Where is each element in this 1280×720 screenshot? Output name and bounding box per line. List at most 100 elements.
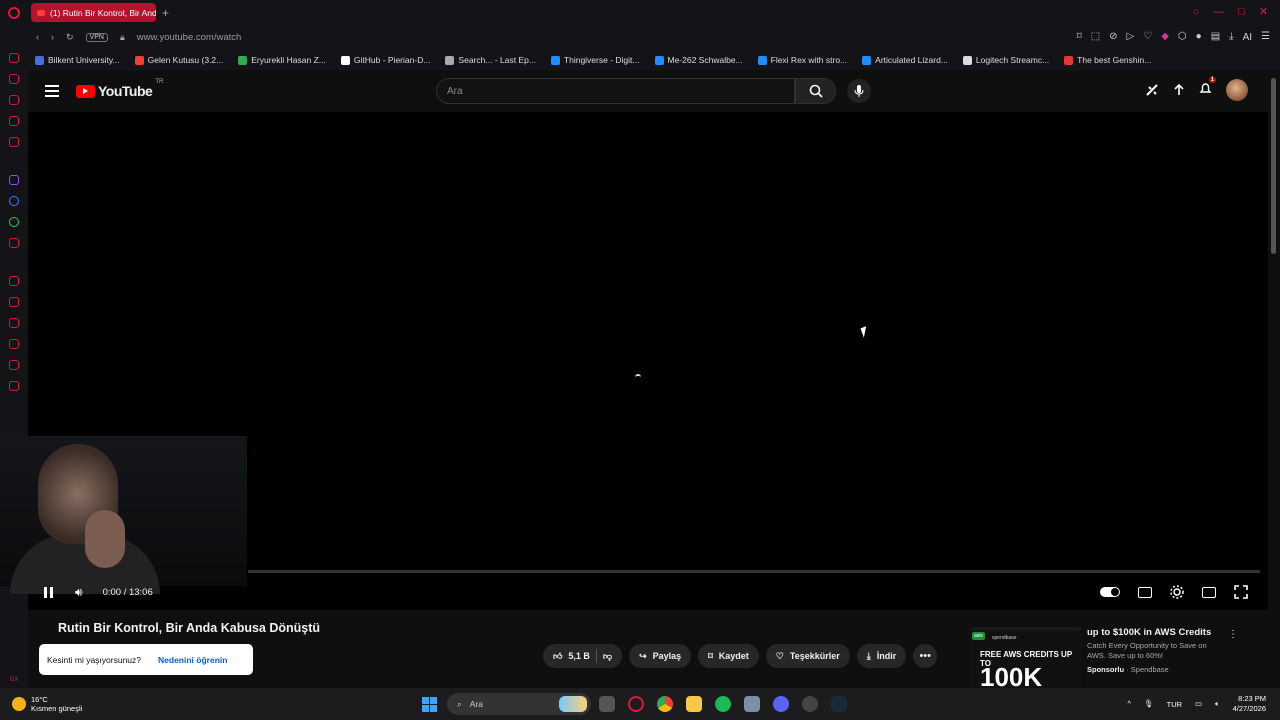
- sidebar-shop-icon[interactable]: [9, 95, 19, 105]
- thumbs-down-icon[interactable]: 👎︎: [603, 651, 612, 661]
- vpn-badge[interactable]: VPN: [85, 33, 108, 42]
- create-sparkle-icon[interactable]: [1145, 83, 1159, 97]
- pin-icon[interactable]: [9, 297, 19, 307]
- extension-icon[interactable]: ◆: [1161, 32, 1169, 43]
- player-icon[interactable]: ▷: [1127, 32, 1135, 43]
- easy-setup-icon[interactable]: ▤: [1211, 32, 1220, 43]
- adblock-icon[interactable]: ⊘: [1109, 32, 1117, 43]
- close-icon[interactable]: ✕: [1259, 7, 1268, 18]
- active-tab[interactable]: (1) Rutin Bir Kontrol, Bir Anda Kabusa D…: [31, 3, 156, 22]
- twitch-icon[interactable]: [9, 175, 19, 185]
- music-icon[interactable]: [9, 276, 19, 286]
- hamburger-menu-icon[interactable]: [45, 85, 59, 97]
- bookmark-item[interactable]: Search... - Last Ep...: [445, 55, 536, 65]
- discord-icon[interactable]: [773, 696, 789, 712]
- messenger-icon[interactable]: [9, 196, 19, 206]
- chat-icon[interactable]: [9, 360, 19, 370]
- tray-chevron-icon[interactable]: ^: [1128, 700, 1132, 708]
- file-explorer-icon[interactable]: [686, 696, 702, 712]
- avatar[interactable]: [1226, 79, 1248, 101]
- snapshot-icon[interactable]: ⬚: [1091, 32, 1100, 43]
- fullscreen-icon[interactable]: [1234, 585, 1248, 599]
- pause-button[interactable]: [44, 586, 53, 598]
- steam-icon[interactable]: [831, 696, 847, 712]
- network-icon[interactable]: ▭: [1195, 700, 1202, 708]
- thumbs-up-icon[interactable]: 👍︎: [553, 651, 562, 661]
- tabs-icon[interactable]: [9, 318, 19, 328]
- upload-icon[interactable]: [1173, 83, 1185, 97]
- sidebar-news-icon[interactable]: [9, 116, 19, 126]
- minimize-icon[interactable]: —: [1213, 7, 1224, 18]
- settings-icon[interactable]: [9, 381, 19, 391]
- ad-menu-icon[interactable]: ⋮: [1228, 629, 1238, 640]
- instagram-icon[interactable]: [9, 238, 19, 248]
- share-button[interactable]: ↪ Paylaş: [629, 644, 692, 668]
- maximize-icon[interactable]: □: [1238, 7, 1245, 18]
- url-field[interactable]: www.youtube.com/watch: [137, 32, 242, 43]
- clock[interactable]: 8:23 PM 4/27/2026: [1233, 694, 1266, 714]
- ai-button[interactable]: AI: [1243, 32, 1252, 43]
- download-icon[interactable]: ⤓: [1229, 32, 1233, 43]
- like-count[interactable]: 5,1 B: [568, 651, 590, 661]
- profile-icon[interactable]: ●: [1196, 32, 1202, 43]
- volume-tray-icon[interactable]: 🔈︎: [1215, 700, 1220, 708]
- new-tab-button[interactable]: +: [162, 6, 169, 20]
- menu-icon[interactable]: ☰: [1261, 32, 1270, 43]
- sponsored-ad[interactable]: aws spendbase FREE AWS CREDITS UP TO 100…: [970, 627, 1250, 692]
- notifications-button[interactable]: 1: [1199, 76, 1216, 100]
- whatsapp-icon[interactable]: [9, 217, 19, 227]
- more-actions-button[interactable]: •••: [913, 644, 938, 668]
- puzzle-icon[interactable]: ⬡: [1178, 32, 1187, 43]
- bookmark-item[interactable]: Bilkent University...: [35, 55, 120, 65]
- search-tabs-icon[interactable]: ○: [1192, 7, 1199, 18]
- save-button[interactable]: ⌑ Kaydet: [698, 644, 759, 668]
- page-scrollbar[interactable]: [1268, 70, 1280, 695]
- steelseries-icon[interactable]: [802, 696, 818, 712]
- sidebar-m-icon[interactable]: [9, 137, 19, 147]
- bookmark-item[interactable]: Logitech Streamc...: [962, 55, 1049, 65]
- ad-thumbnail[interactable]: aws spendbase FREE AWS CREDITS UP TO 100…: [970, 627, 1082, 689]
- bookmark-icon[interactable]: ⌑: [1077, 32, 1082, 43]
- opera-logo-icon[interactable]: [0, 0, 28, 25]
- taskbar-search[interactable]: ⌕ Ara: [447, 693, 591, 715]
- chrome-icon[interactable]: [657, 696, 673, 712]
- reload-icon[interactable]: ↻: [66, 33, 74, 42]
- bookmark-item[interactable]: Flexi Rex with stro...: [757, 55, 847, 65]
- toast-link[interactable]: Nedenini öğrenin: [158, 655, 227, 665]
- bookmark-item[interactable]: Thingiverse - Digit...: [550, 55, 640, 65]
- tray-mic-icon[interactable]: 🎙︎: [1144, 700, 1154, 708]
- back-icon[interactable]: ‹: [36, 33, 39, 42]
- weather-widget[interactable]: 16°C Kısmen güneşli: [0, 695, 300, 713]
- download-button[interactable]: ⤓ İndir: [856, 644, 907, 668]
- youtube-logo[interactable]: YouTube TR: [76, 79, 163, 99]
- bookmark-item[interactable]: The best Genshin...: [1064, 55, 1151, 65]
- subtitles-icon[interactable]: [1138, 586, 1152, 598]
- autoplay-toggle[interactable]: [1100, 587, 1120, 597]
- heart-icon[interactable]: ♡: [1143, 32, 1152, 43]
- video-progress-bar[interactable]: [248, 570, 1260, 573]
- task-view-icon[interactable]: [599, 696, 615, 712]
- theater-mode-icon[interactable]: [1202, 586, 1216, 598]
- language-indicator[interactable]: TUR: [1167, 700, 1182, 709]
- search-input[interactable]: Ara: [436, 78, 795, 104]
- loading-spinner-icon: [635, 374, 641, 380]
- start-button[interactable]: [422, 696, 437, 712]
- opera-gx-icon[interactable]: [628, 696, 644, 712]
- bookmark-item[interactable]: GitHub - Pierian-D...: [340, 55, 430, 65]
- volume-icon[interactable]: 🔊︎: [75, 585, 83, 600]
- bookmark-item[interactable]: Articulated Lizard...: [862, 55, 948, 65]
- bookmark-item[interactable]: Eryurekli Hasan Z...: [238, 55, 326, 65]
- sidebar-mail-icon[interactable]: [9, 53, 19, 63]
- game-launcher-icon[interactable]: [744, 696, 760, 712]
- bookmark-item[interactable]: Gelen Kutusu (3.2...: [134, 55, 223, 65]
- voice-search-button[interactable]: [847, 79, 871, 103]
- clock-icon[interactable]: [9, 339, 19, 349]
- gear-icon[interactable]: [1170, 585, 1184, 599]
- thanks-button[interactable]: ♡ Teşekkürler: [765, 644, 850, 668]
- sidebar-history-icon[interactable]: [9, 74, 19, 84]
- ad-title[interactable]: up to $100K in AWS Credits: [1087, 627, 1211, 638]
- bookmark-item[interactable]: Me-262 Schwalbe...: [654, 55, 743, 65]
- forward-icon[interactable]: ›: [51, 33, 54, 42]
- spotify-icon[interactable]: [715, 696, 731, 712]
- search-button[interactable]: [795, 78, 836, 104]
